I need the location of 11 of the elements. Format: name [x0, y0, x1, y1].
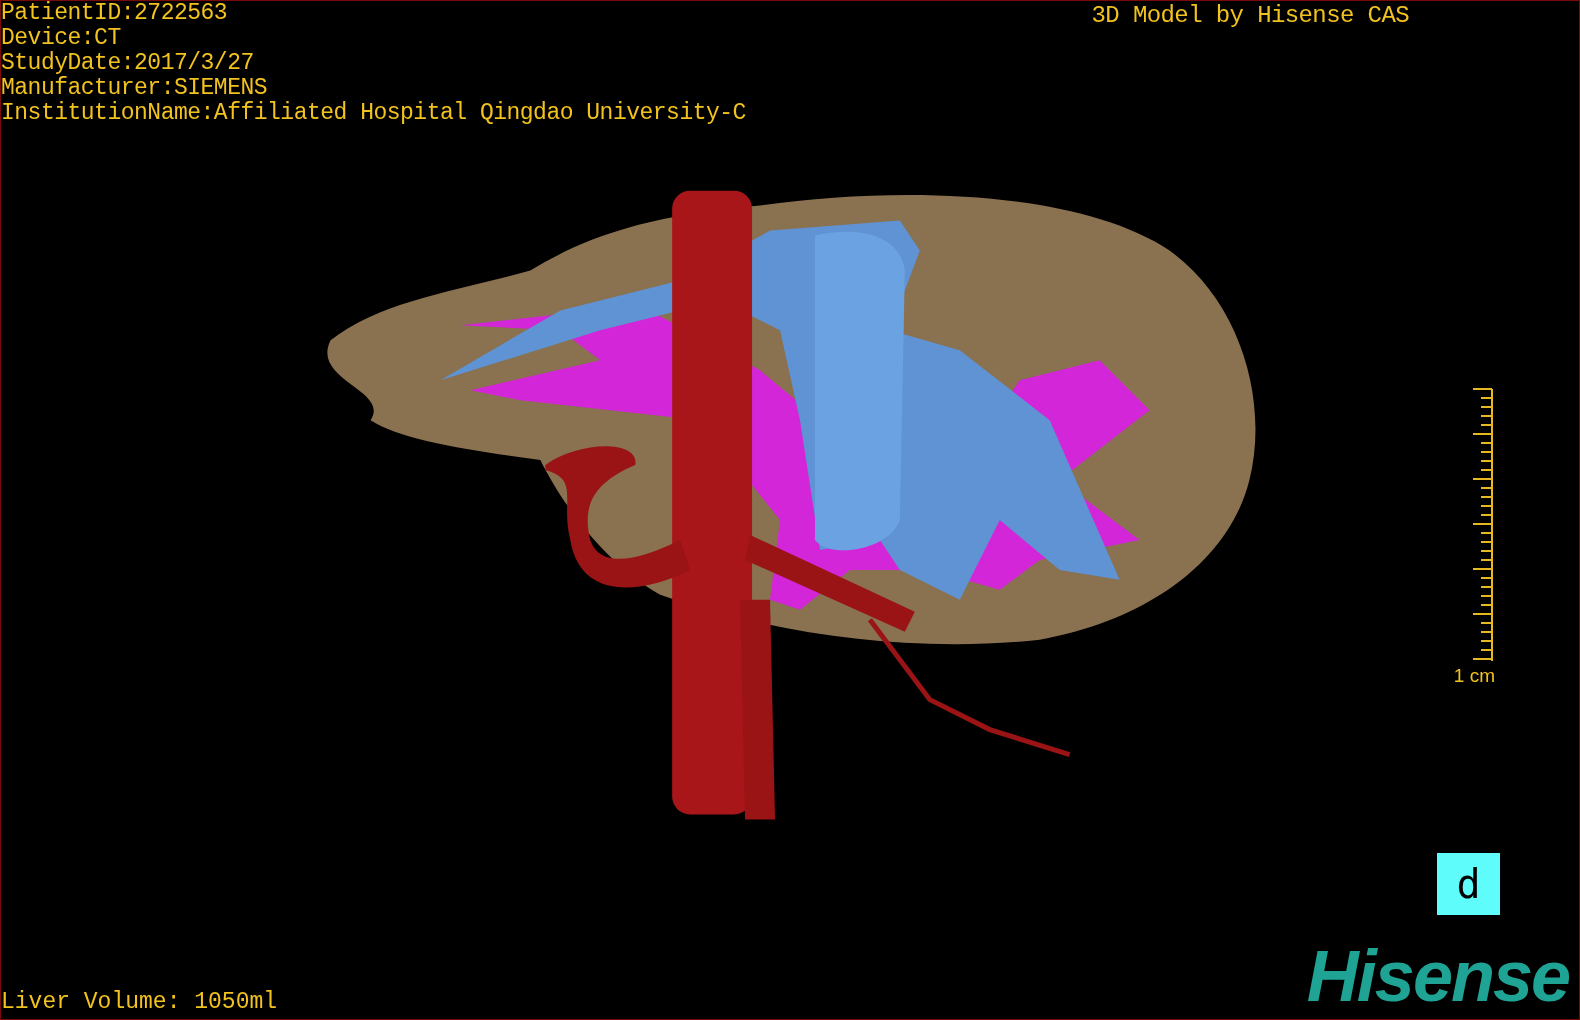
- scale-label: 1 cm: [1453, 664, 1495, 688]
- study-info-text: PatientID:2722563: [1, 1, 229, 26]
- study-info-text: Device:CT: [1, 26, 122, 51]
- scale-bar-icon: [1473, 388, 1495, 662]
- study-info-text: StudyDate:2017/3/27: [1, 51, 255, 76]
- panel-label: d: [1437, 853, 1500, 915]
- model-credit-text: 3D Model by Hisense CAS: [1091, 1, 1409, 31]
- study-info-text: Manufacturer:SIEMENS: [1, 76, 269, 101]
- liver-volume-text: Liver Volume: 1050ml: [1, 989, 278, 1015]
- study-info-text: InstitutionName:Affiliated Hospital Qingdao University-C: [1, 101, 746, 126]
- logo: Hisense: [1306, 935, 1570, 1017]
